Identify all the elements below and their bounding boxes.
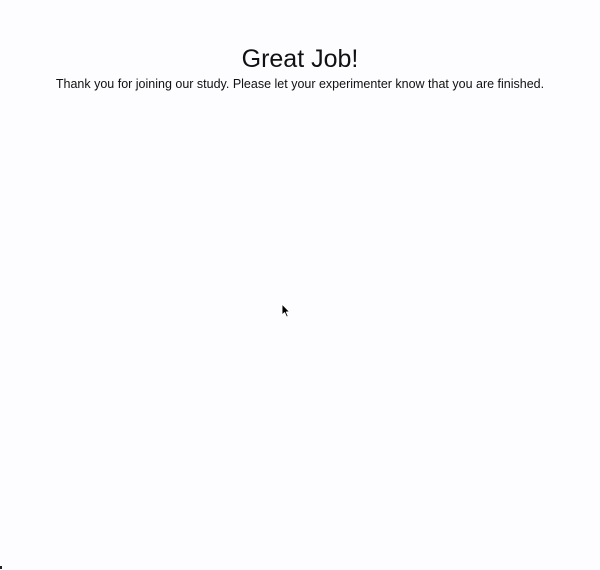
mouse-pointer-icon: [281, 303, 291, 318]
completion-message: Thank you for joining our study. Please …: [55, 77, 545, 91]
completion-page: Great Job! Thank you for joining our stu…: [0, 0, 600, 570]
page-title: Great Job!: [241, 45, 359, 73]
corner-mark: [0, 566, 2, 569]
